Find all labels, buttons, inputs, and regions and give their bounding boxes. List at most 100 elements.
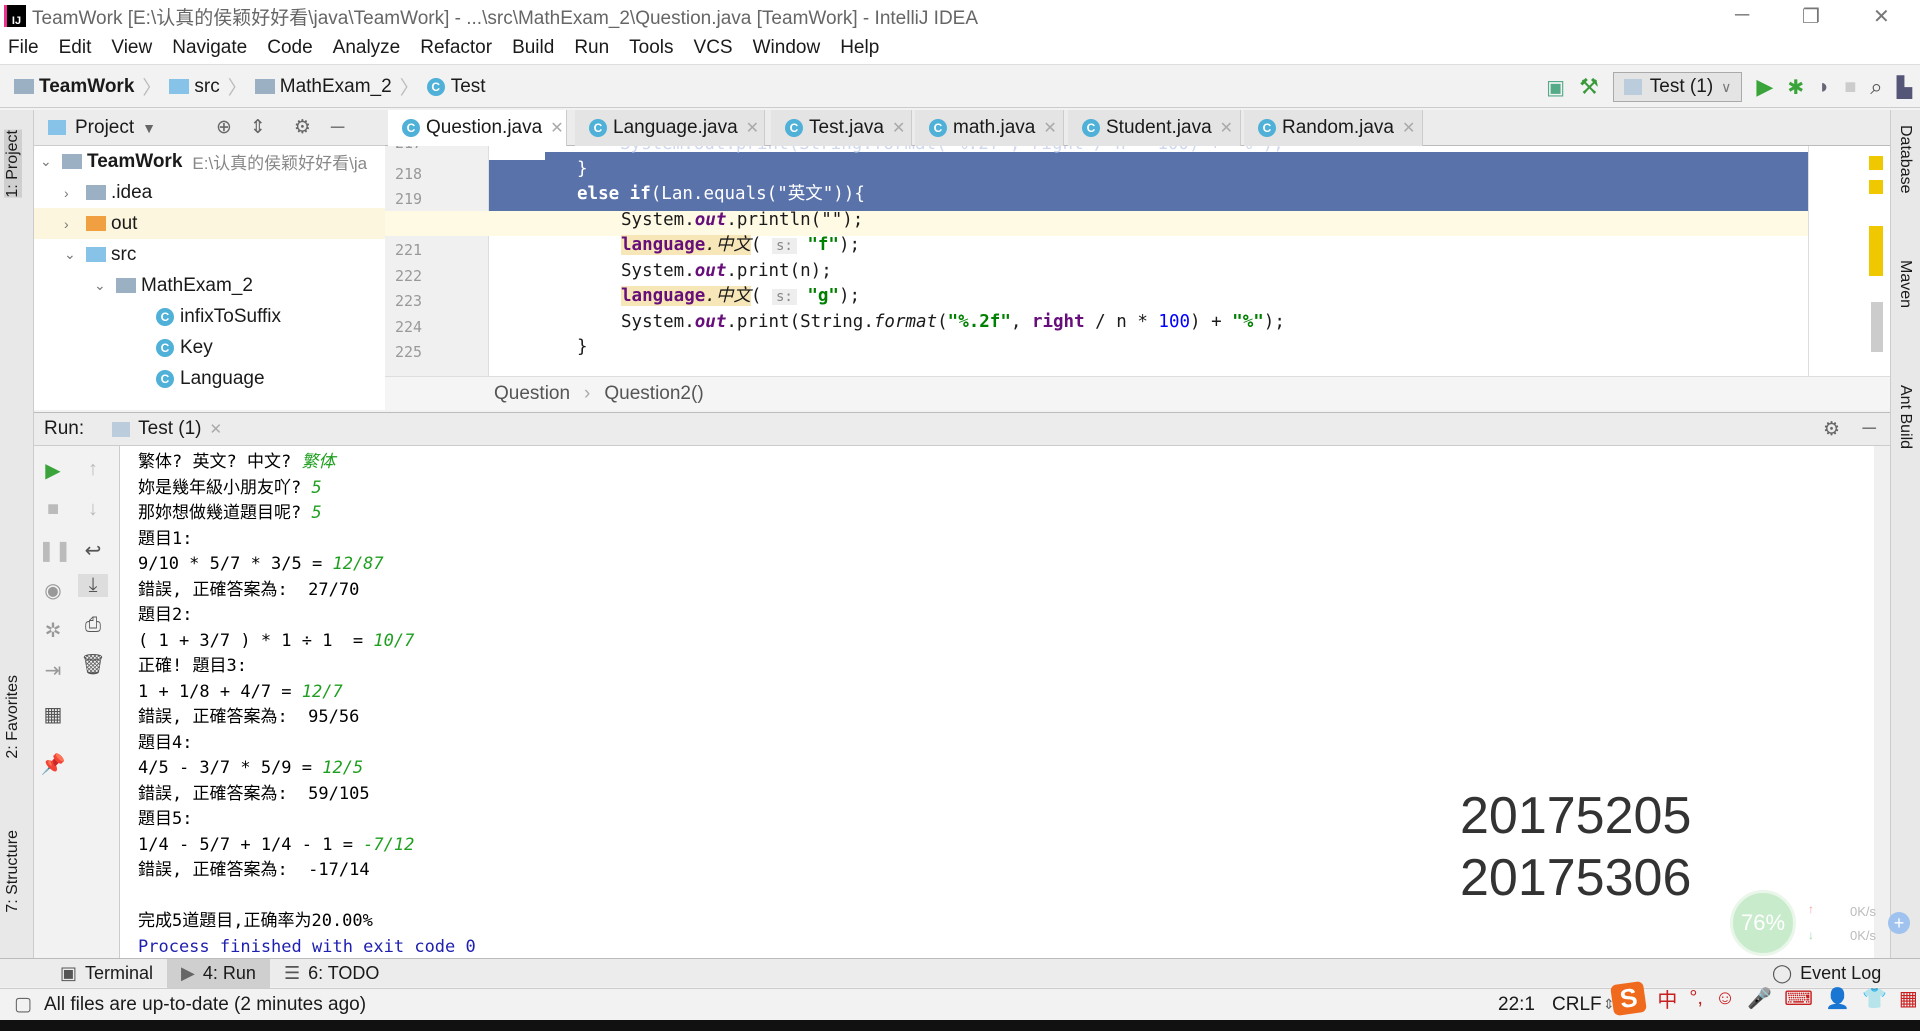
gear-icon[interactable]: ⚙ [1823,418,1840,441]
tree-item-key[interactable]: C Key [156,332,213,363]
debug-icon[interactable]: ✱ [1787,75,1804,100]
tree-item-idea[interactable]: › .idea [64,177,152,208]
ime-keyboard-icon[interactable]: ⌨ [1784,986,1813,1011]
scroll-to-end-icon[interactable]: ⤓ [78,574,108,597]
line-separator[interactable]: CRLF [1552,994,1602,1016]
menu-window[interactable]: Window [753,37,821,59]
coverage-icon[interactable]: ◗ [1818,76,1830,99]
sogou-logo-icon[interactable]: S [1610,980,1648,1017]
close-tab-icon[interactable]: ✕ [1043,118,1056,138]
tool-tab-project[interactable]: 1: Project [4,130,22,198]
editor-scrollbar[interactable] [1871,302,1883,352]
tab-student-java[interactable]: C Student.java ✕ [1068,110,1241,146]
menu-build[interactable]: Build [512,37,554,59]
run-icon[interactable]: ▶ [1756,74,1773,100]
nav-crumb-teamwork[interactable]: TeamWork 〉 [14,73,161,100]
tool-tab-structure[interactable]: 7: Structure [4,830,22,913]
console-output[interactable]: 繁体? 英文? 中文? 繁体 妳是幾年級小朋友吖? 5 那妳想做幾道題目呢? 5 題目… [120,446,1874,958]
tab-question-java[interactable]: C Question.java ✕ [388,110,567,146]
close-tab-icon[interactable]: ✕ [210,420,223,438]
ime-emoji-icon[interactable]: ☺ [1715,987,1735,1010]
tree-item-root[interactable]: ⌄ TeamWork E:\认真的侯颖好好看\ja [40,146,367,177]
ime-microphone-icon[interactable]: 🎤 [1747,986,1772,1011]
locate-icon[interactable]: ⊕ [216,116,232,139]
down-arrow-icon[interactable]: ↓ [78,498,108,521]
hide-icon[interactable]: ─ [1863,418,1876,440]
settings-icon[interactable]: ✲ [38,618,68,643]
close-tab-icon[interactable]: ✕ [1220,118,1233,138]
run-window-icon[interactable]: ▣ [1546,75,1565,100]
tree-item-src[interactable]: ⌄ src [64,239,136,270]
project-structure-icon[interactable]: ▙ [1897,75,1912,100]
tree-item-out[interactable]: › out [34,208,385,239]
clear-trash-icon[interactable]: 🗑 [78,652,108,677]
tree-item-package[interactable]: ⌄ MathExam_2 [94,270,253,301]
collapse-all-icon[interactable]: ⇕ [250,116,266,139]
hide-icon[interactable]: ─ [331,117,344,139]
close-tab-icon[interactable]: ✕ [892,118,905,138]
close-tab-icon[interactable]: ✕ [550,118,563,138]
nav-crumb-test[interactable]: C Test [426,76,486,98]
menu-edit[interactable]: Edit [59,37,92,59]
error-stripe[interactable] [1808,146,1890,410]
soft-wrap-icon[interactable]: ↩ [78,538,108,563]
nav-crumb-src[interactable]: src 〉 [169,73,247,100]
run-tab[interactable]: Test (1) [138,418,201,440]
plus-icon[interactable]: + [1888,912,1910,934]
pause-icon[interactable]: ❚❚ [38,538,72,563]
dump-threads-icon[interactable]: ◉ [38,578,68,603]
menu-refactor[interactable]: Refactor [420,37,492,59]
menu-tools[interactable]: Tools [629,37,673,59]
tab-language-java[interactable]: C Language.java ✕ [575,110,765,146]
menu-file[interactable]: File [8,37,39,59]
menu-view[interactable]: View [111,37,152,59]
menu-analyze[interactable]: Analyze [333,37,401,59]
pin-icon[interactable]: 📌 [38,752,68,777]
ime-skin-icon[interactable]: 👕 [1862,986,1887,1011]
build-hammer-icon[interactable]: ⚒ [1579,74,1599,100]
ime-user-icon[interactable]: 👤 [1825,986,1850,1011]
status-toggle-icon[interactable]: ▢ [14,993,32,1016]
menu-code[interactable]: Code [267,37,312,59]
stop-icon[interactable]: ■ [38,498,68,521]
search-icon[interactable]: ⌕ [1870,74,1882,100]
close-button[interactable]: ✕ [1873,4,1890,29]
menu-vcs[interactable]: VCS [694,37,733,59]
minimize-button[interactable]: ─ [1735,4,1749,27]
console-scrollbar[interactable] [1874,446,1890,958]
run-config-dropdown[interactable]: Test (1) ∨ [1612,72,1743,102]
tree-item-language[interactable]: C Language [156,363,265,394]
print-icon[interactable]: ⎙ [78,614,108,637]
layout-icon[interactable]: ▦ [38,702,68,727]
menu-help[interactable]: Help [840,37,879,59]
ime-punctuation-icon[interactable]: °, [1689,987,1703,1010]
tab-math-java[interactable]: Cmath.java ✕ [915,110,1064,146]
chevron-down-icon[interactable]: ▼ [142,120,156,136]
ime-chinese-icon[interactable]: 中 [1657,984,1677,1013]
menu-run[interactable]: Run [574,37,609,59]
gear-icon[interactable]: ⚙ [294,116,311,139]
caret-position[interactable]: 22:1 [1498,994,1535,1016]
rerun-icon[interactable]: ▶ [38,458,68,483]
exit-icon[interactable]: ⇥ [38,658,68,683]
nav-crumb-package[interactable]: MathExam_2 〉 [254,73,419,100]
up-arrow-icon[interactable]: ↑ [78,458,108,481]
project-view-selector[interactable]: Project [75,117,134,139]
menu-navigate[interactable]: Navigate [172,37,247,59]
tree-item-infixtosuffix[interactable]: CinfixToSuffix [156,301,281,332]
tool-tab-database[interactable]: Database [1896,125,1914,194]
tool-tab-run[interactable]: ▶ 4: Run [167,958,270,988]
ime-grid-icon[interactable]: ▦ [1899,986,1918,1011]
tool-tab-ant-build[interactable]: Ant Build [1896,385,1914,449]
tool-tab-favorites[interactable]: 2: Favorites [4,675,22,759]
tool-tab-maven[interactable]: Maven [1896,260,1914,308]
restore-button[interactable]: ❐ [1802,4,1820,29]
tool-tab-terminal[interactable]: ▣ Terminal [46,959,167,988]
breadcrumb-class[interactable]: Question [494,383,570,405]
tab-test-java[interactable]: C Test.java ✕ [771,110,912,146]
breadcrumb-method[interactable]: Question2() [604,383,703,405]
close-tab-icon[interactable]: ✕ [746,118,759,138]
tab-random-java[interactable]: C Random.java ✕ [1244,110,1423,146]
tool-tab-todo[interactable]: ☰ 6: TODO [270,959,394,988]
stop-icon[interactable]: ■ [1844,76,1856,99]
